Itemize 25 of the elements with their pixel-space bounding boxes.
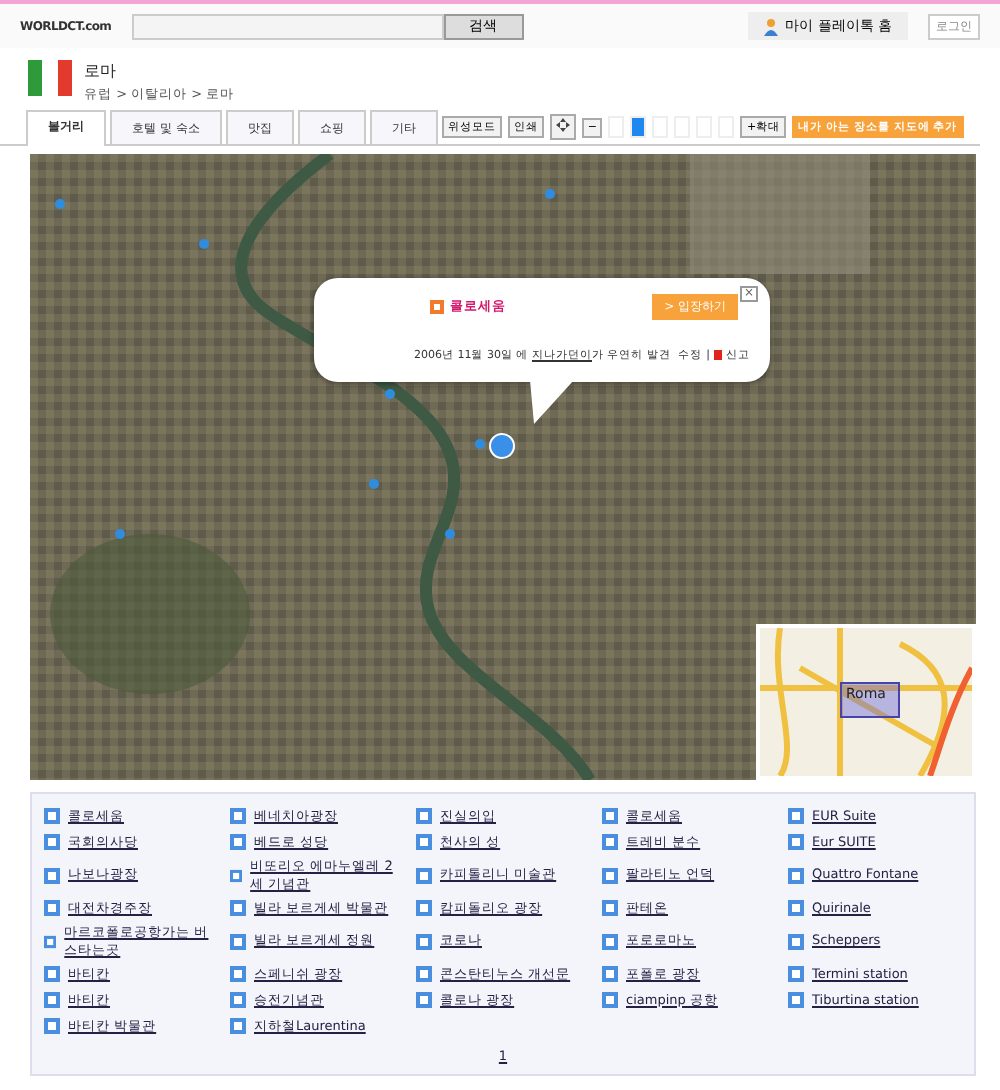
flag-icon bbox=[714, 350, 722, 360]
place-icon bbox=[416, 900, 432, 916]
place-icon bbox=[602, 867, 618, 883]
place-icon bbox=[230, 867, 243, 883]
zoom-level-segment[interactable] bbox=[630, 116, 647, 138]
overview-map-drawing[interactable] bbox=[760, 628, 972, 776]
pan-button[interactable] bbox=[549, 114, 576, 140]
move-icon bbox=[555, 118, 570, 132]
place-icon bbox=[416, 933, 432, 949]
place-icon bbox=[788, 867, 804, 883]
city-name: 로마 bbox=[84, 60, 118, 82]
italy-flag-icon bbox=[28, 60, 72, 96]
landmark-icon bbox=[430, 300, 444, 314]
place-icon bbox=[230, 933, 246, 949]
place-icon bbox=[44, 933, 57, 949]
place-icon bbox=[44, 867, 60, 883]
place-icon bbox=[602, 933, 618, 949]
place-icon bbox=[44, 900, 60, 916]
place-icon bbox=[416, 867, 432, 883]
place-icon bbox=[788, 933, 804, 949]
person-icon bbox=[763, 17, 778, 35]
place-icon bbox=[602, 900, 618, 916]
place-icon bbox=[788, 900, 804, 916]
search-field[interactable] bbox=[131, 13, 444, 39]
place-icon bbox=[230, 900, 246, 916]
